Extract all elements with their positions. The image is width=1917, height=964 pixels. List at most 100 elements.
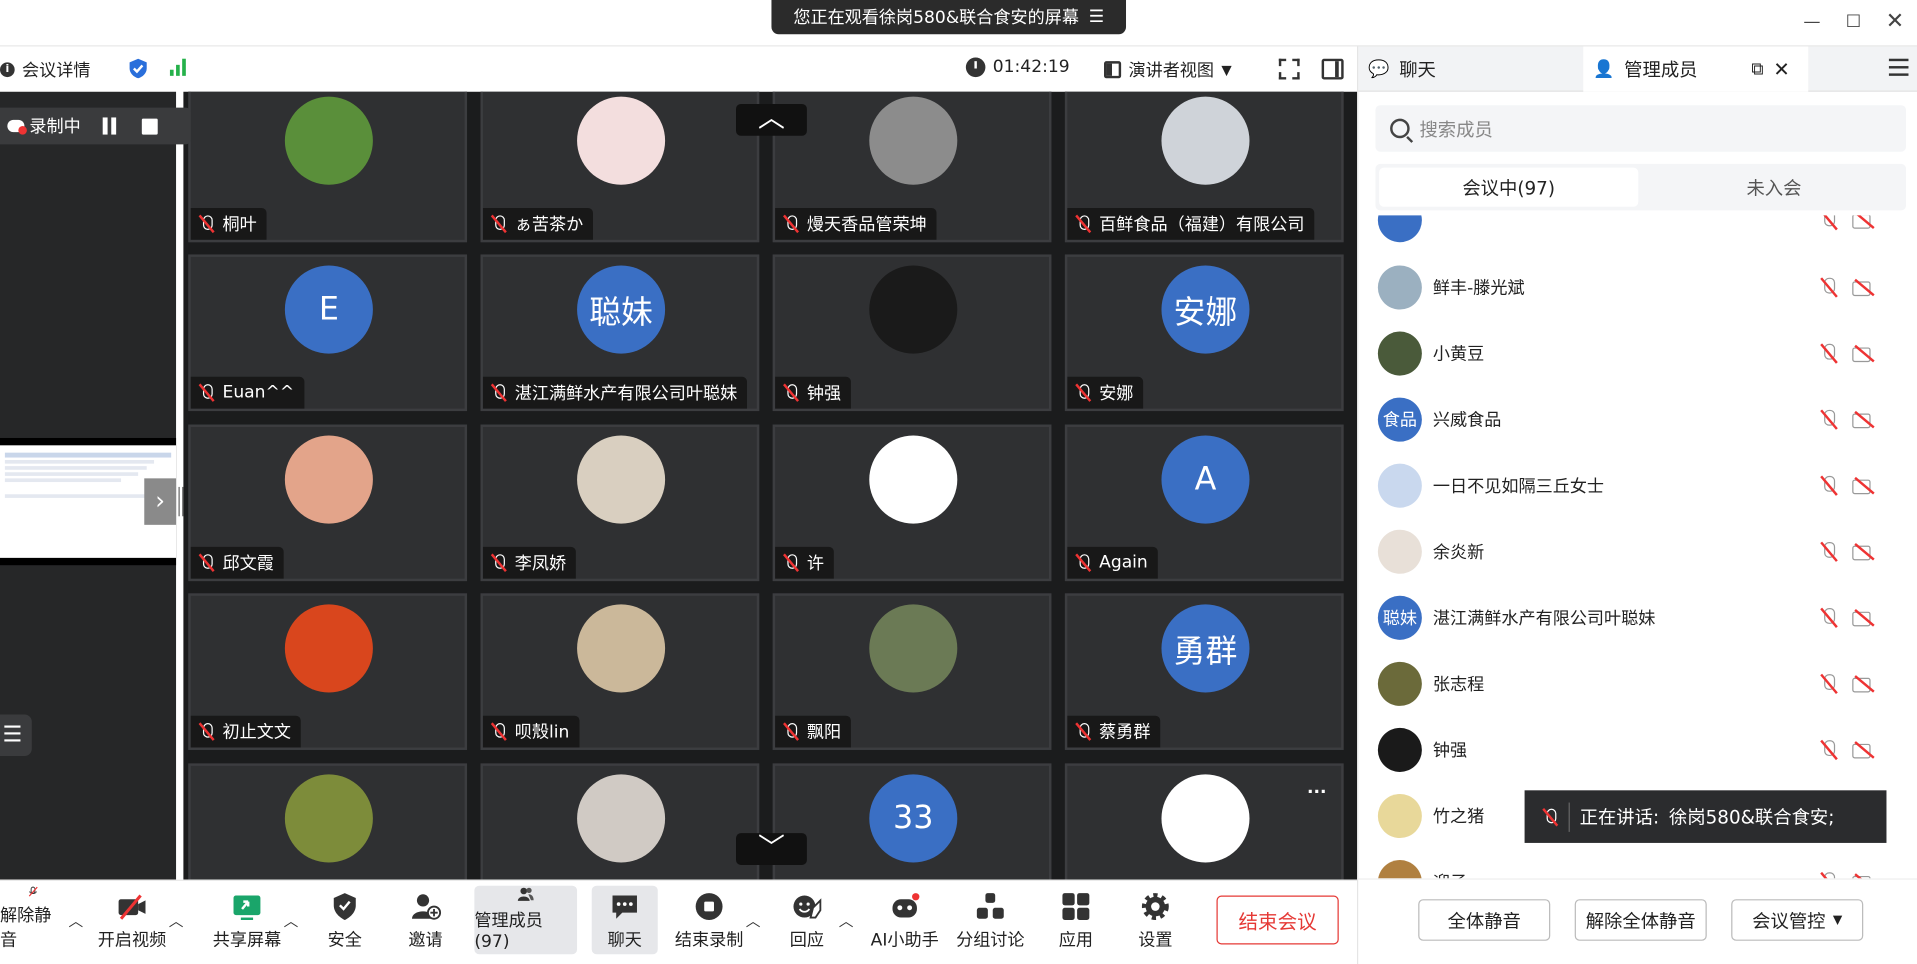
chevron-up-icon[interactable]: ︿ [746,910,761,931]
camera-off-icon[interactable] [1852,740,1879,760]
video-tile[interactable] [480,763,760,880]
mic-off-icon [1075,722,1092,742]
settings-button[interactable]: 设置 [1131,886,1180,955]
chevron-up-icon[interactable]: ︿ [68,910,83,931]
list-item[interactable]: 聪妹 湛江满鲜水产有限公司叶聪妹 [1358,585,1917,651]
video-tile[interactable]: 安娜 安娜 [1064,254,1344,412]
video-tile[interactable]: 桐叶 [188,91,468,243]
video-tile[interactable]: 33 [772,763,1052,880]
menu-icon[interactable] [1888,58,1909,76]
video-tile[interactable]: 百鲜食品（福建）有限公司 [1064,91,1344,243]
chevron-up-icon[interactable]: ︿ [169,910,184,931]
sidebar-toggle-icon[interactable] [1321,58,1344,80]
apps-button[interactable]: 应用 [1051,886,1100,955]
chevron-down-icon[interactable]: ﹀ [736,833,807,865]
list-item[interactable]: 钟强 [1358,717,1917,783]
stop-icon[interactable] [141,118,158,134]
pause-icon[interactable] [102,117,120,135]
close-icon[interactable]: ✕ [1883,9,1907,34]
mic-off-icon[interactable] [1819,409,1839,431]
shield-icon[interactable] [127,57,149,79]
manage-members-button[interactable]: 管理成员(97) [474,885,578,955]
meeting-info-button[interactable]: i 会议详情 [0,57,90,81]
invite-button[interactable]: 邀请 [401,886,450,955]
video-tile[interactable]: E Euan^^ [188,254,468,412]
security-button[interactable]: 安全 [320,886,369,955]
popout-icon[interactable]: ⧉ [1751,59,1763,79]
camera-off-icon[interactable] [1852,542,1879,562]
video-tile[interactable]: 勇群 蔡勇群 [1064,593,1344,750]
unmute-all-button[interactable]: 解除全体静音 [1574,899,1707,941]
fullscreen-icon[interactable] [1278,58,1300,80]
mic-off-icon[interactable] [1819,215,1839,231]
mic-off-icon[interactable] [1819,607,1839,629]
chevron-up-icon[interactable]: ︿ [736,103,807,136]
robot-icon [892,893,920,918]
chevron-up-icon[interactable]: ︿ [839,910,854,931]
video-tile[interactable]: 飘阳 [772,593,1052,750]
search-input[interactable]: 搜索成员 [1375,105,1907,152]
camera-off-icon[interactable] [1852,215,1879,230]
list-item[interactable]: 一日不见如隔三丘女士 [1358,453,1917,519]
mute-all-button[interactable]: 全体静音 [1418,899,1551,941]
camera-off-icon[interactable] [1852,608,1879,628]
maximize-icon[interactable]: ☐ [1841,10,1865,34]
share-screen-button[interactable]: 共享屏幕 [210,886,283,955]
list-item[interactable]: 食品 兴威食品 [1358,387,1917,453]
video-tile[interactable]: 呗殼lin [480,593,760,750]
breakout-button[interactable]: 分组讨论 [954,886,1027,955]
camera-off-icon[interactable] [1852,410,1879,430]
list-item[interactable]: 鲜丰-滕光斌 [1358,254,1917,320]
list-item[interactable] [1358,215,1917,253]
mic-off-icon[interactable] [1819,871,1839,879]
video-tile[interactable]: ··· [1064,763,1344,880]
video-tile[interactable]: 李凤娇 [480,424,760,582]
list-item[interactable]: 余炎新 [1358,519,1917,585]
reaction-button[interactable]: 回应 [782,886,831,955]
signal-icon[interactable] [169,58,186,76]
video-tile[interactable]: 钟强 [772,254,1052,412]
camera-off-icon[interactable] [1852,344,1879,364]
chevron-right-icon[interactable]: › [144,478,177,525]
share-banner[interactable]: 您正在观看徐岗580&联合食安的屏幕 ☰ [771,0,1127,35]
meeting-control-dropdown[interactable]: 会议管控 ▼ [1731,899,1864,941]
video-tile[interactable]: 许 [772,424,1052,582]
end-meeting-button[interactable]: 结束会议 [1216,895,1339,945]
minimize-icon[interactable]: — [1800,10,1824,34]
menu-icon[interactable]: ☰ [1089,7,1104,27]
mic-off-icon[interactable] [1819,739,1839,761]
ai-assistant-button[interactable]: AI小助手 [868,886,941,955]
end-recording-button[interactable]: 结束录制 [672,886,745,955]
tab-chat[interactable]: 💬 聊天 [1358,46,1583,91]
video-tile[interactable]: 初止文文 [188,593,468,750]
mic-off-icon[interactable] [1819,541,1839,563]
tab-members[interactable]: 👤 管理成员 ⧉ ✕ [1583,46,1809,92]
camera-off-icon[interactable] [1852,278,1879,298]
menu-icon[interactable]: ☰ [0,714,32,757]
video-tile[interactable]: A Again [1064,424,1344,582]
mic-off-icon[interactable] [1819,475,1839,497]
video-tile[interactable]: 邱文霞 [188,424,468,582]
start-video-button[interactable]: 开启视频 [95,886,168,955]
more-options-icon[interactable]: ··· [1307,783,1327,803]
video-tile[interactable]: 熳天香品管荣坤 [772,91,1052,243]
video-tile[interactable] [188,763,468,880]
tab-in-meeting[interactable]: 会议中(97) [1379,167,1639,207]
chevron-up-icon[interactable]: ︿ [284,910,299,931]
tab-not-joined[interactable]: 未入会 [1644,168,1903,207]
list-item[interactable]: 迎子 [1358,849,1917,879]
list-item[interactable]: 小黄豆 [1358,321,1917,387]
video-tile[interactable]: 聪妹 湛江满鲜水产有限公司叶聪妹 [480,254,760,412]
close-icon[interactable]: ✕ [1773,57,1789,80]
mic-off-icon[interactable] [1819,276,1839,298]
view-mode-dropdown[interactable]: 演讲者视图 ▼ [1104,57,1232,81]
add-user-icon [412,894,442,920]
mic-off-icon[interactable] [1819,343,1839,365]
unmute-button[interactable]: 解除静音 [0,886,66,955]
camera-off-icon[interactable] [1852,476,1879,496]
camera-off-icon[interactable] [1852,674,1879,694]
list-item[interactable]: 张志程 [1358,651,1917,717]
video-tile[interactable]: ぁ苦茶か [480,91,760,243]
mic-off-icon[interactable] [1819,673,1839,695]
chat-button[interactable]: 聊天 [591,885,658,955]
